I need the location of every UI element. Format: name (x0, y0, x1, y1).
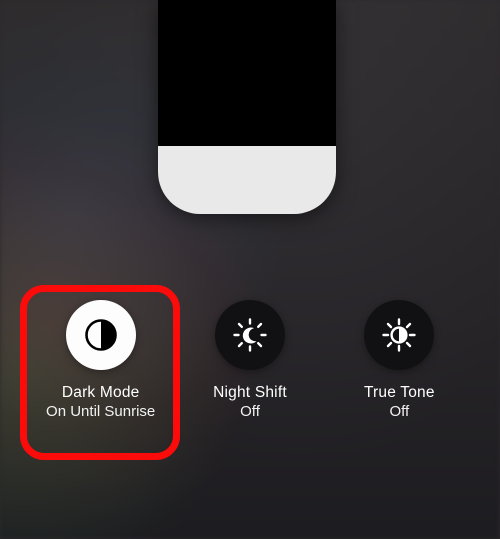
night-shift-label: Night Shift (213, 384, 287, 403)
brightness-slider[interactable] (158, 0, 336, 214)
dark-mode-icon (66, 300, 136, 370)
dark-mode-status: On Until Sunrise (46, 403, 155, 422)
display-toggles-row: Dark Mode On Until Sunrise (0, 300, 500, 421)
brightness-fill-level (158, 146, 336, 214)
true-tone-toggle[interactable]: True Tone Off (325, 300, 474, 421)
true-tone-status: Off (389, 403, 409, 422)
night-shift-toggle[interactable]: Night Shift Off (175, 300, 324, 421)
night-shift-status: Off (240, 403, 260, 422)
dark-mode-toggle[interactable]: Dark Mode On Until Sunrise (26, 300, 175, 421)
dark-mode-label: Dark Mode (62, 384, 140, 403)
true-tone-icon (364, 300, 434, 370)
night-shift-icon (215, 300, 285, 370)
true-tone-label: True Tone (364, 384, 435, 403)
